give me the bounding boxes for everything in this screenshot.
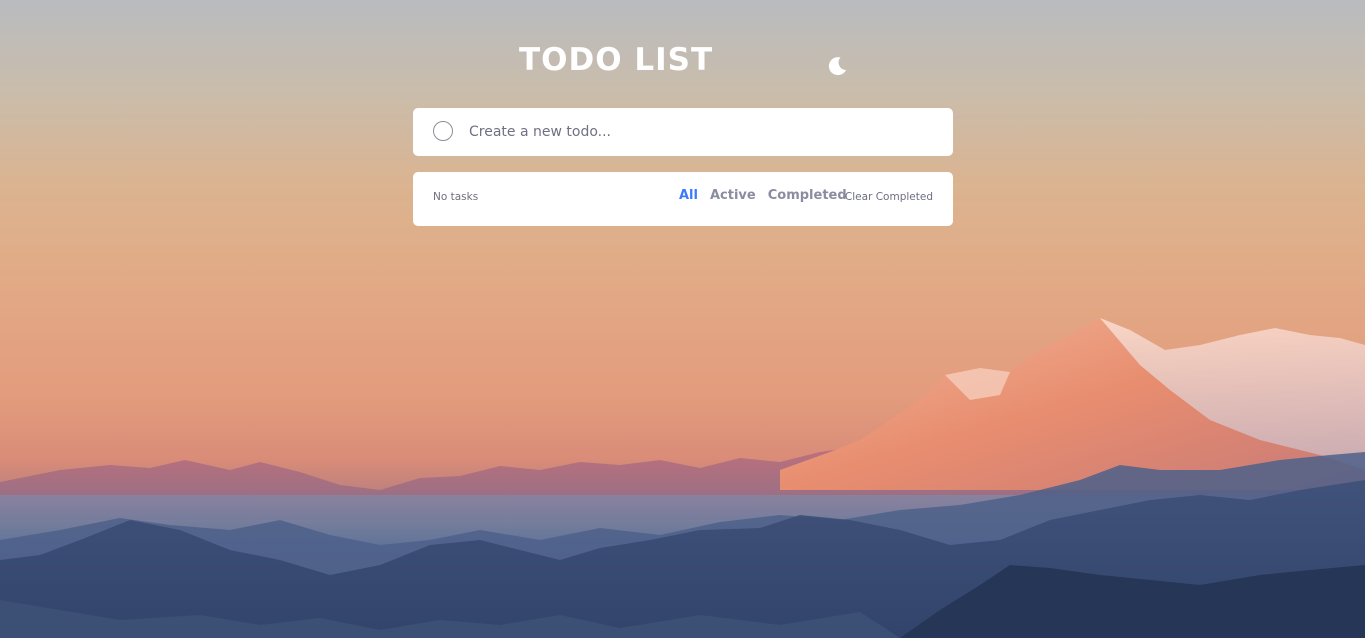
- new-todo-input[interactable]: [469, 108, 929, 156]
- todo-list-card: No tasks All Active Completed Clear Comp…: [413, 172, 953, 226]
- list-footer: No tasks All Active Completed Clear Comp…: [413, 172, 953, 226]
- page-title: TODO LIST: [519, 42, 714, 78]
- moon-icon: [828, 57, 846, 76]
- items-left-count: No tasks: [433, 191, 479, 203]
- app-header: TODO LIST: [413, 42, 953, 90]
- circle-icon[interactable]: [433, 121, 453, 141]
- new-todo-bar: [413, 108, 953, 156]
- filter-active-button[interactable]: Active: [710, 188, 756, 203]
- filter-completed-button[interactable]: Completed: [768, 188, 847, 203]
- mountain-background-image: [0, 318, 1365, 638]
- filter-all-button[interactable]: All: [679, 188, 698, 203]
- clear-completed-button[interactable]: Clear Completed: [845, 191, 933, 203]
- theme-toggle-button[interactable]: [825, 54, 849, 78]
- app-page: TODO LIST No tasks All Active Completed …: [0, 0, 1365, 638]
- filter-group: All Active Completed: [679, 188, 847, 203]
